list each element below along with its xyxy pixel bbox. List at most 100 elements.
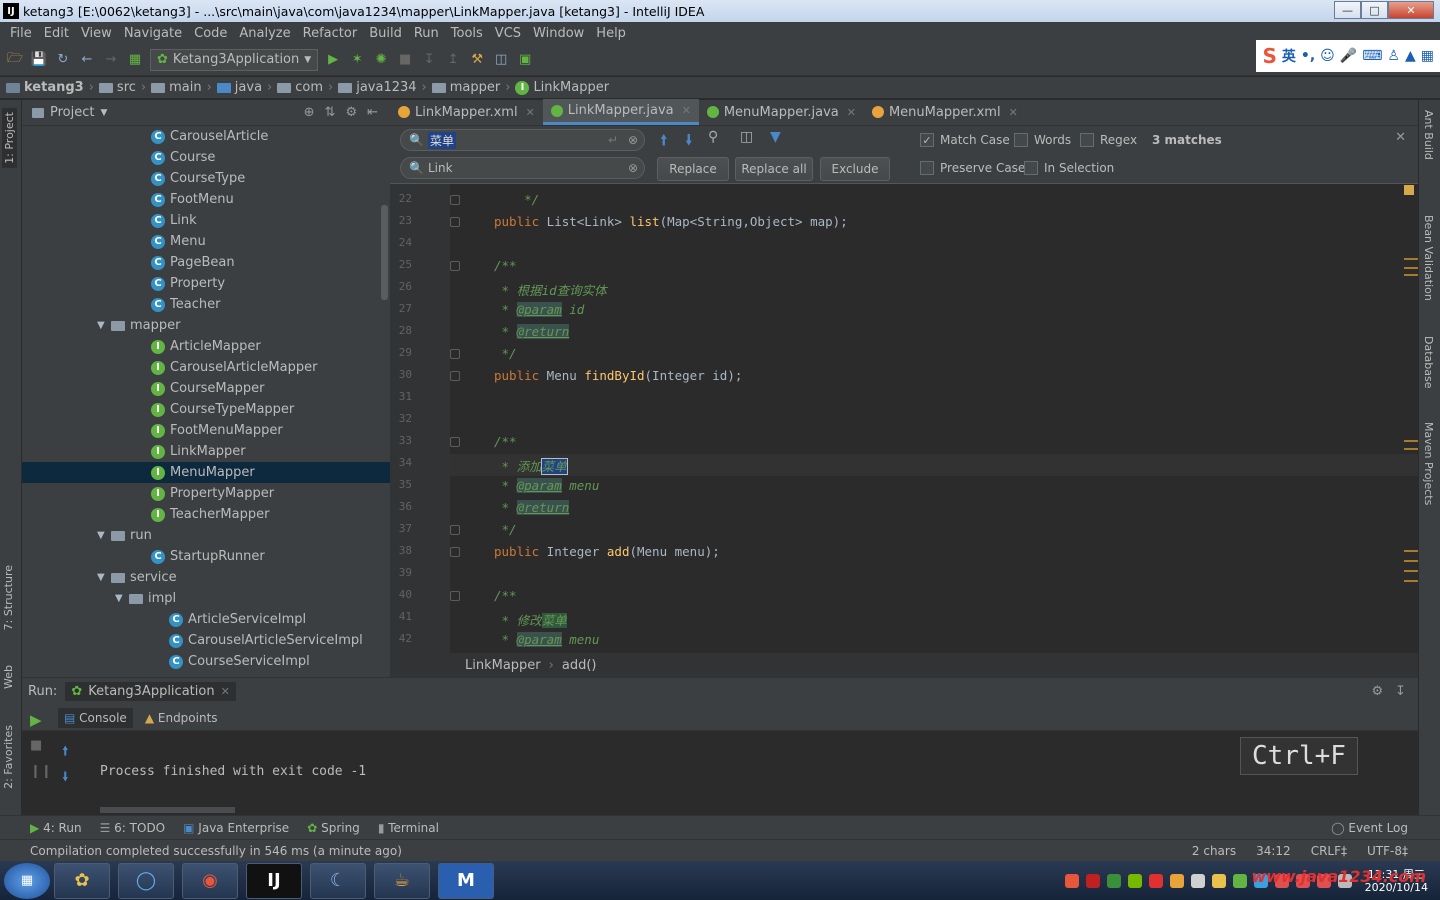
tray-icon[interactable] [1127,873,1142,888]
build-icon[interactable]: ▦ [126,51,144,69]
breadcrumb-item[interactable]: java [216,80,262,95]
taskbar-app-icon[interactable]: ✿ [54,862,110,899]
menu-window[interactable]: Window [527,26,590,41]
chevron-down-icon[interactable]: ▼ [115,593,129,604]
coverage-icon[interactable]: ✺ [372,51,390,69]
tree-item[interactable]: C ArticleServiceImpl [22,609,390,630]
breadcrumb-item[interactable]: com [277,80,323,95]
menu-help[interactable]: Help [590,26,632,41]
clear-icon[interactable]: ⊗ [628,133,638,147]
tree-item[interactable]: C Teacher [22,294,390,315]
menu-code[interactable]: Code [188,26,233,41]
tree-item[interactable]: C CarouselArticleServiceImpl [22,630,390,651]
close-icon[interactable]: ✕ [1009,106,1018,119]
settings-icon[interactable]: ⚒ [468,51,486,69]
menu-edit[interactable]: Edit [38,26,75,41]
match-marker[interactable] [1404,448,1418,450]
fold-icon[interactable] [450,371,460,381]
user-icon[interactable]: ♙ [1387,48,1400,64]
maximize-button[interactable]: □ [1361,1,1388,19]
stop-icon[interactable]: ■ [30,738,42,753]
match-marker[interactable] [1404,570,1418,572]
fold-icon[interactable] [450,195,460,205]
tool-tab-bean-validation[interactable]: Bean Validation [1422,215,1435,301]
chevron-down-icon[interactable]: ▼ [97,320,111,331]
status-position[interactable]: 34:12 [1256,844,1291,858]
warning-icon[interactable] [1404,185,1414,195]
fold-icon[interactable] [450,217,460,227]
mic-icon[interactable]: 🎤 [1340,48,1357,64]
match-marker[interactable] [1404,550,1418,552]
close-icon[interactable]: ✕ [847,106,856,119]
tree-item[interactable]: I CourseTypeMapper [22,399,390,420]
gear-icon[interactable]: ⚙ [1371,684,1383,699]
replace-input[interactable]: 🔍 Link ⊗ [400,157,645,179]
close-icon[interactable]: ✕ [221,685,230,698]
taskbar-java-icon[interactable]: ☕ [374,862,430,899]
tray-icon[interactable] [1232,873,1247,888]
search-input[interactable]: 🔍 菜单 ↵ ⊗ [400,129,645,151]
prev-match-icon[interactable]: 🠙 [660,130,668,155]
chevron-down-icon[interactable]: ▼ [97,572,111,583]
match-marker[interactable] [1404,560,1418,562]
close-window-button[interactable]: ✕ [1388,1,1434,19]
editor-tab[interactable]: LinkMapper.java ✕ [542,99,699,125]
scroll-down-icon[interactable]: 🠛 [62,768,69,790]
chevron-down-icon[interactable]: ▼ [97,530,111,541]
hide-icon[interactable]: ⇤ [367,105,378,120]
sync-icon[interactable]: ↻ [54,51,72,69]
taskbar-chrome-icon[interactable]: ◉ [182,862,238,899]
fold-icon[interactable] [450,525,460,535]
tray-icon[interactable] [1169,873,1184,888]
match-case-checkbox[interactable]: ✓ Match Case [920,133,1010,147]
status-line-separator[interactable]: CRLF‡ [1311,844,1347,858]
menu-navigate[interactable]: Navigate [118,26,188,41]
exclude-button[interactable]: Exclude [820,157,890,181]
menu-refactor[interactable]: Refactor [297,26,364,41]
keyboard-icon[interactable]: ⌨ [1362,48,1382,64]
rerun-icon[interactable]: ▶ [30,711,42,729]
tool-tab-web[interactable]: Web [2,665,15,689]
tree-item[interactable]: I PropertyMapper [22,483,390,504]
tab-endpoints[interactable]: ▲ Endpoints [145,711,218,725]
tree-folder[interactable]: ▼ run [22,525,390,546]
match-marker[interactable] [1404,580,1418,582]
tree-folder[interactable]: ▼ service [22,567,390,588]
fold-icon[interactable] [450,591,460,601]
tree-item[interactable]: C CourseType [22,168,390,189]
breadcrumb-item[interactable]: I LinkMapper [515,80,609,95]
tray-icon[interactable] [1190,873,1205,888]
taskbar-intellij-icon[interactable]: IJ [246,862,302,899]
in-selection-checkbox[interactable]: In Selection [1024,161,1114,175]
tree-item[interactable]: I LinkMapper [22,441,390,462]
toolwindow-java-enterprise[interactable]: ▣ Java Enterprise [183,821,289,835]
tree-item[interactable]: C FootMenu [22,189,390,210]
clear-icon[interactable]: ⊗ [628,161,638,175]
fold-icon[interactable] [450,261,460,271]
tree-item[interactable]: I CourseMapper [22,378,390,399]
tree-folder[interactable]: ▼ mapper [22,315,390,336]
menu-build[interactable]: Build [363,26,408,41]
emoji-icon[interactable]: ☺ [1320,48,1335,64]
select-all-icon[interactable]: ◫ [740,129,753,145]
fold-icon[interactable] [450,547,460,557]
scroll-up-icon[interactable]: 🠙 [62,742,69,764]
toolwindow-terminal[interactable]: ▮ Terminal [378,821,439,835]
console-scrollbar[interactable] [100,807,235,813]
tree-item[interactable]: C Menu [22,231,390,252]
tree-item[interactable]: I CarouselArticleMapper [22,357,390,378]
project-structure-icon[interactable]: ◫ [492,51,510,69]
tool-tab-database[interactable]: Database [1422,336,1435,389]
ime-toolbar[interactable]: S 英 •, ☺ 🎤 ⌨ ♙ ▲ ▦ [1256,40,1440,72]
tray-icon[interactable] [1064,873,1079,888]
grid-icon[interactable]: ▦ [1421,48,1434,64]
close-icon[interactable]: ✕ [526,106,535,119]
ime-lang[interactable]: 英 [1282,46,1296,66]
tree-item[interactable]: C Course [22,147,390,168]
breadcrumb-item[interactable]: mapper [431,80,500,95]
save-icon[interactable]: 💾 [30,51,48,69]
menu-vcs[interactable]: VCS [489,26,527,41]
editor-breadcrumb-class[interactable]: LinkMapper [465,658,541,673]
collapse-icon[interactable]: ⇅ [325,105,336,120]
words-checkbox[interactable]: Words [1014,133,1071,147]
